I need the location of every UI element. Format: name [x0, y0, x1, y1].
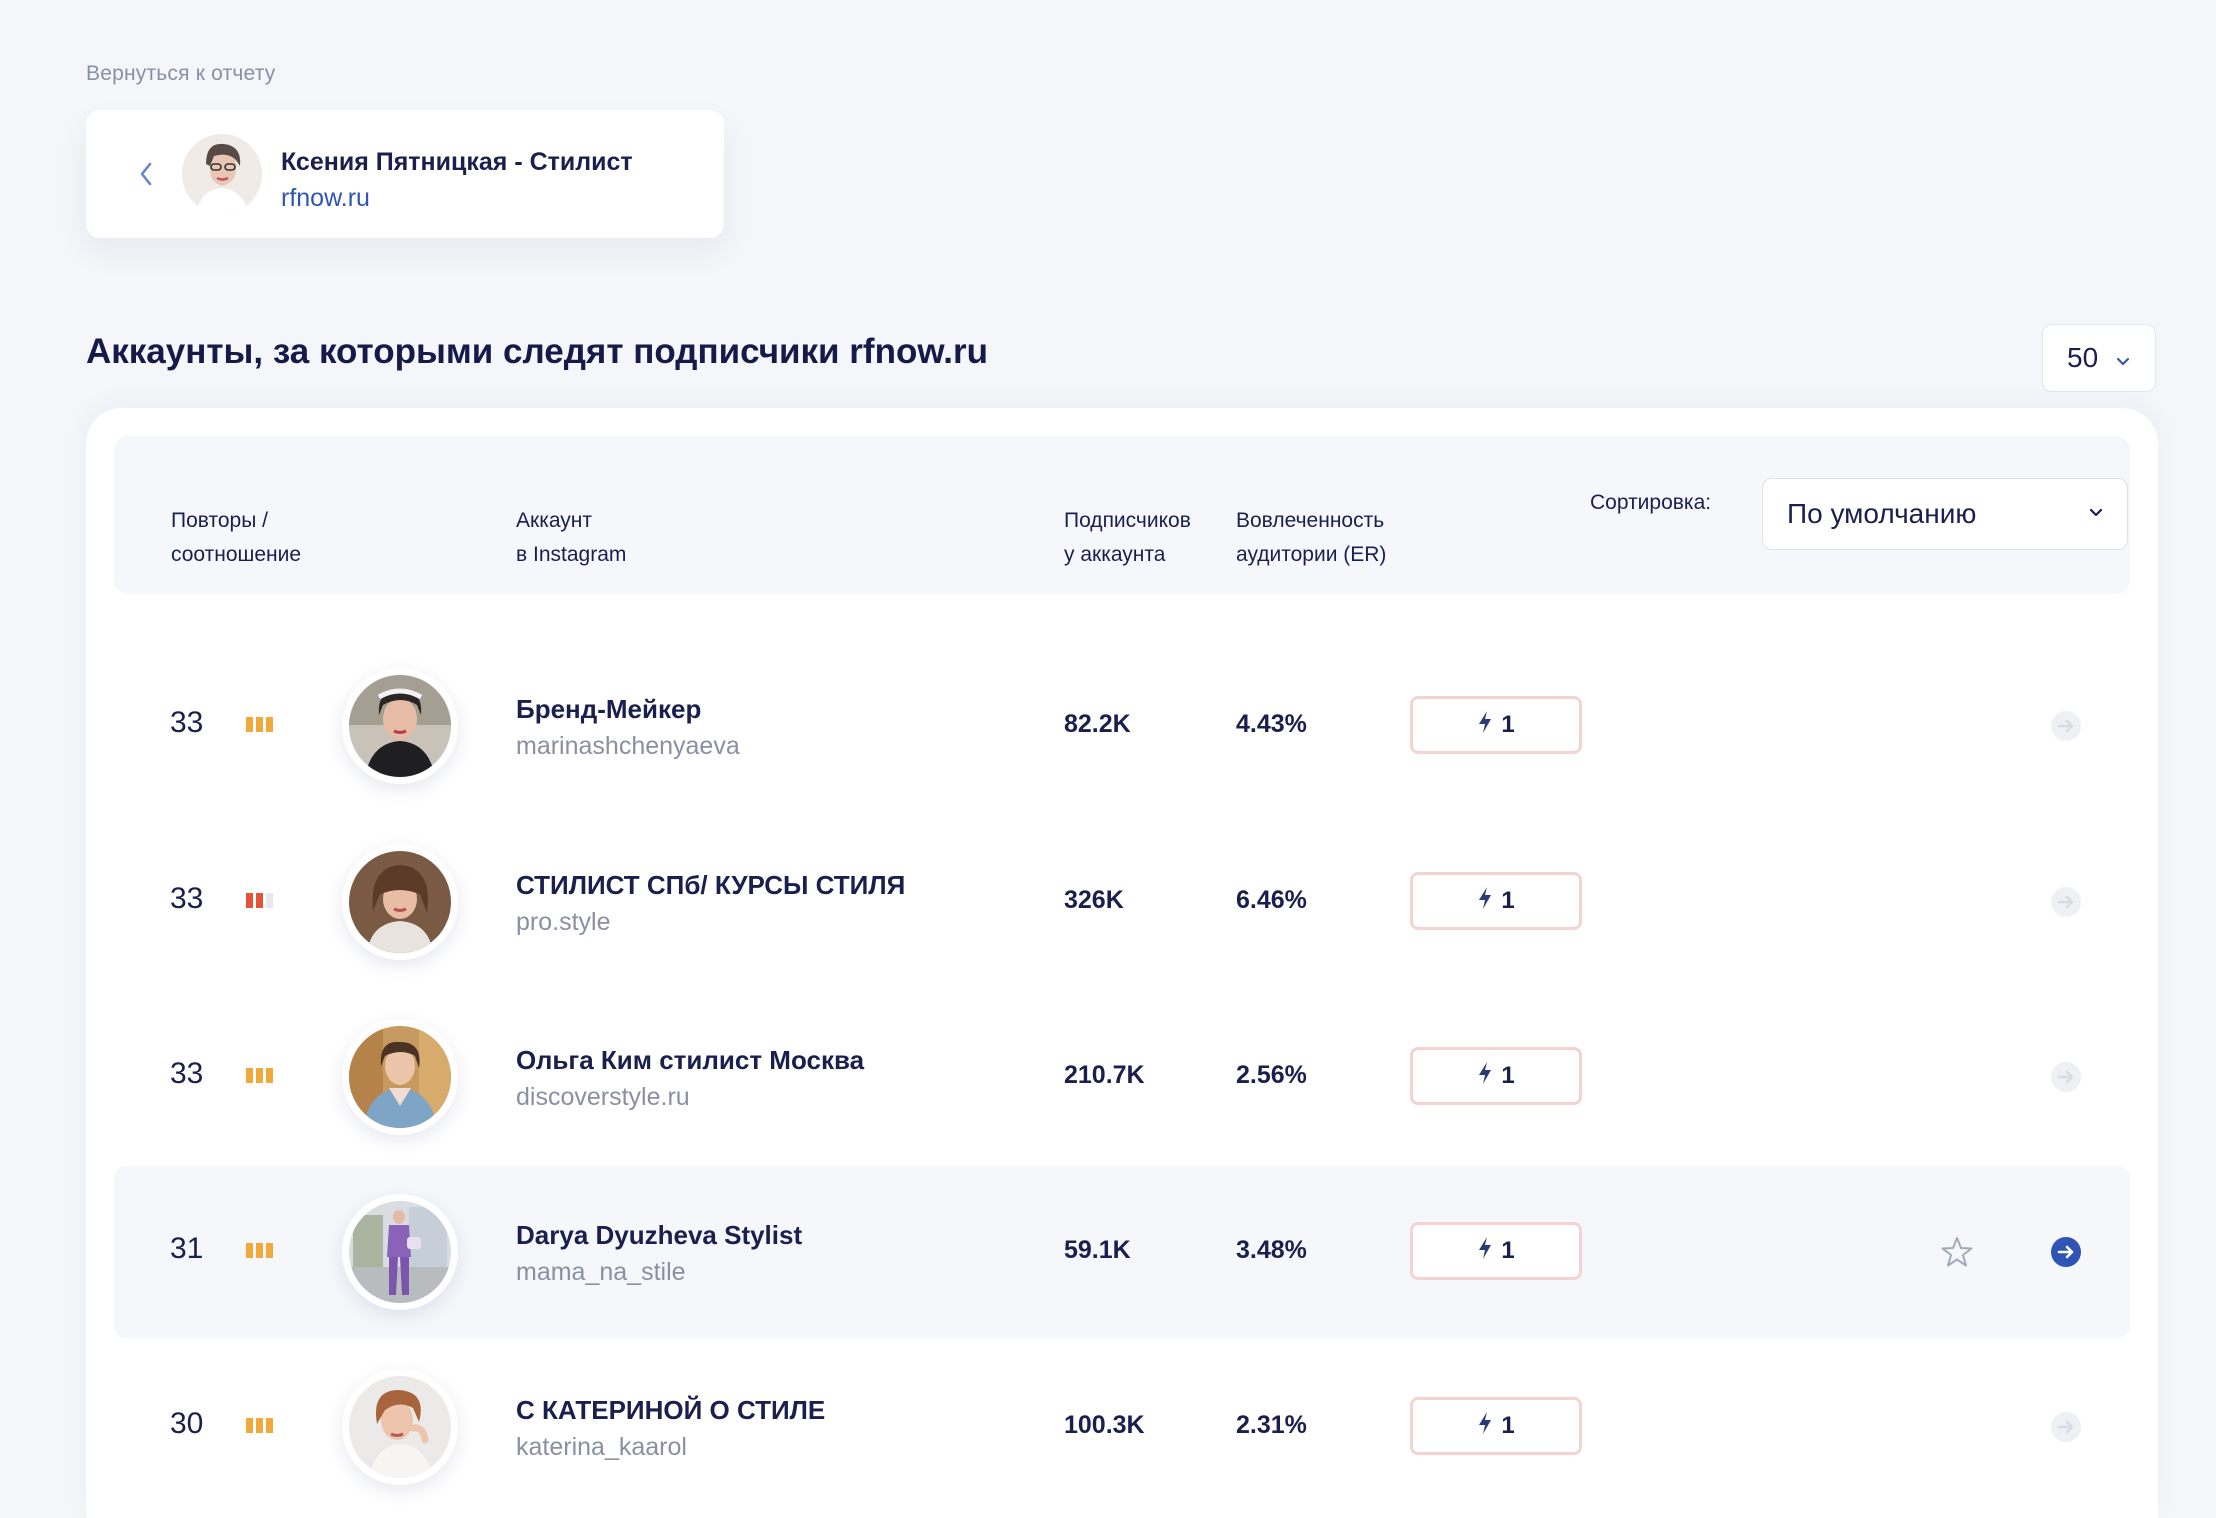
accounts-panel: Повторы / соотношение Аккаунт в Instagra… — [86, 408, 2158, 1518]
lightning-icon — [1477, 1061, 1493, 1092]
followers-count: 100.3K — [1064, 1411, 1145, 1439]
account-name[interactable]: Ольга Ким стилист Москва — [516, 1045, 864, 1076]
header-engagement[interactable]: Вовлеченность аудитории (ER) — [1236, 504, 1386, 572]
sort-value: По умолчанию — [1787, 498, 1977, 529]
arrow-right-circle-icon[interactable] — [2050, 1061, 2082, 1093]
ratio-bar-segment — [246, 717, 253, 732]
ratio-bar-segment — [246, 1243, 253, 1258]
followers-count: 59.1K — [1064, 1236, 1131, 1264]
badge-count: 1 — [1501, 1412, 1515, 1439]
ratio-bars — [246, 1418, 273, 1433]
ratio-bar-segment — [246, 1068, 253, 1083]
lightning-icon — [1477, 1411, 1493, 1442]
lightning-badge[interactable]: 1 — [1410, 1047, 1582, 1105]
engagement-rate: 6.46% — [1236, 886, 1307, 914]
repeat-count: 33 — [170, 1057, 204, 1090]
table-row[interactable]: 33 Бренд-Мейкер marinashchenyaeva 82.2K 4.43… — [114, 640, 2130, 812]
avatar[interactable] — [342, 1369, 458, 1485]
ratio-bar-segment — [256, 1418, 263, 1433]
account-username[interactable]: mama_na_stile — [516, 1258, 686, 1287]
ratio-bar-segment — [266, 893, 273, 908]
ratio-bar-segment — [256, 893, 263, 908]
section-title: Аккаунты, за которыми следят подписчики … — [86, 332, 988, 371]
table-header: Повторы / соотношение Аккаунт в Instagra… — [114, 436, 2130, 594]
lightning-badge[interactable]: 1 — [1410, 872, 1582, 930]
ratio-bar-segment — [246, 893, 253, 908]
avatar[interactable] — [342, 844, 458, 960]
per-page-value: 50 — [2067, 342, 2099, 373]
avatar[interactable] — [342, 1019, 458, 1135]
avatar[interactable] — [342, 1194, 458, 1310]
ratio-bar-segment — [266, 1418, 273, 1433]
profile-name: Ксения Пятницкая - Стилист — [281, 148, 633, 176]
followers-count: 82.2K — [1064, 710, 1131, 738]
lightning-icon — [1477, 710, 1493, 741]
ratio-bar-segment — [256, 717, 263, 732]
header-repeats[interactable]: Повторы / соотношение — [171, 504, 301, 572]
arrow-right-circle-icon[interactable] — [2050, 710, 2082, 742]
badge-count: 1 — [1501, 887, 1515, 914]
account-username[interactable]: pro.style — [516, 908, 610, 937]
ratio-bar-segment — [246, 1418, 253, 1433]
back-link[interactable]: Вернуться к отчету — [86, 62, 275, 86]
table-row[interactable]: 33 СТИЛИСТ СПб/ КУРСЫ СТИЛЯ pro.style 326K 6… — [114, 816, 2130, 988]
engagement-rate: 2.56% — [1236, 1061, 1307, 1089]
repeat-count: 33 — [170, 882, 204, 915]
lightning-icon — [1477, 886, 1493, 917]
ratio-bar-segment — [256, 1243, 263, 1258]
lightning-badge[interactable]: 1 — [1410, 696, 1582, 754]
chevron-left-icon[interactable] — [126, 154, 166, 194]
engagement-rate: 3.48% — [1236, 1236, 1307, 1264]
account-name[interactable]: Darya Dyuzheva Stylist — [516, 1220, 802, 1251]
table-row[interactable]: 31 Darya Dyuzheva Stylist mama_na_stile 59.… — [114, 1166, 2130, 1338]
ratio-bar-segment — [266, 717, 273, 732]
followers-count: 210.7K — [1064, 1061, 1145, 1089]
chevron-down-icon — [2089, 505, 2103, 523]
account-username[interactable]: katerina_kaarol — [516, 1433, 687, 1462]
table-row[interactable]: 30 С КАТЕРИНОЙ О СТИЛЕ katerina_kaarol 100.… — [114, 1341, 2130, 1513]
chevron-down-icon — [2116, 342, 2130, 374]
per-page-select[interactable]: 50 — [2042, 324, 2156, 392]
account-username[interactable]: marinashchenyaeva — [516, 732, 740, 761]
header-followers[interactable]: Подписчиков у аккаунта — [1064, 504, 1191, 572]
ratio-bars — [246, 1243, 273, 1258]
lightning-icon — [1477, 1236, 1493, 1267]
ratio-bar-segment — [256, 1068, 263, 1083]
repeat-count: 31 — [170, 1232, 204, 1265]
profile-card: Ксения Пятницкая - Стилист rfnow.ru — [86, 110, 724, 238]
account-name[interactable]: СТИЛИСТ СПб/ КУРСЫ СТИЛЯ — [516, 870, 905, 901]
followers-count: 326K — [1064, 886, 1124, 914]
badge-count: 1 — [1501, 1062, 1515, 1089]
ratio-bars — [246, 717, 273, 732]
engagement-rate: 2.31% — [1236, 1411, 1307, 1439]
star-icon[interactable] — [1940, 1235, 1974, 1269]
ratio-bars — [246, 1068, 273, 1083]
badge-count: 1 — [1501, 711, 1515, 738]
account-name[interactable]: Бренд-Мейкер — [516, 694, 701, 725]
sort-select[interactable]: По умолчанию — [1762, 478, 2128, 550]
lightning-badge[interactable]: 1 — [1410, 1397, 1582, 1455]
repeat-count: 33 — [170, 706, 204, 739]
arrow-right-circle-icon[interactable] — [2050, 886, 2082, 918]
profile-avatar — [182, 134, 262, 214]
ratio-bar-segment — [266, 1243, 273, 1258]
repeat-count: 30 — [170, 1407, 204, 1440]
header-account: Аккаунт в Instagram — [516, 509, 627, 566]
account-username[interactable]: discoverstyle.ru — [516, 1083, 690, 1112]
table-row[interactable]: 33 Ольга Ким стилист Москва discoverstyle.… — [114, 991, 2130, 1163]
ratio-bars — [246, 893, 273, 908]
profile-domain[interactable]: rfnow.ru — [281, 184, 370, 213]
lightning-badge[interactable]: 1 — [1410, 1222, 1582, 1280]
engagement-rate: 4.43% — [1236, 710, 1307, 738]
badge-count: 1 — [1501, 1237, 1515, 1264]
arrow-right-circle-icon[interactable] — [2050, 1411, 2082, 1443]
arrow-right-circle-icon[interactable] — [2050, 1236, 2082, 1268]
ratio-bar-segment — [266, 1068, 273, 1083]
avatar[interactable] — [342, 668, 458, 784]
account-name[interactable]: С КАТЕРИНОЙ О СТИЛЕ — [516, 1395, 825, 1426]
sort-label: Сортировка: — [1590, 491, 1712, 514]
